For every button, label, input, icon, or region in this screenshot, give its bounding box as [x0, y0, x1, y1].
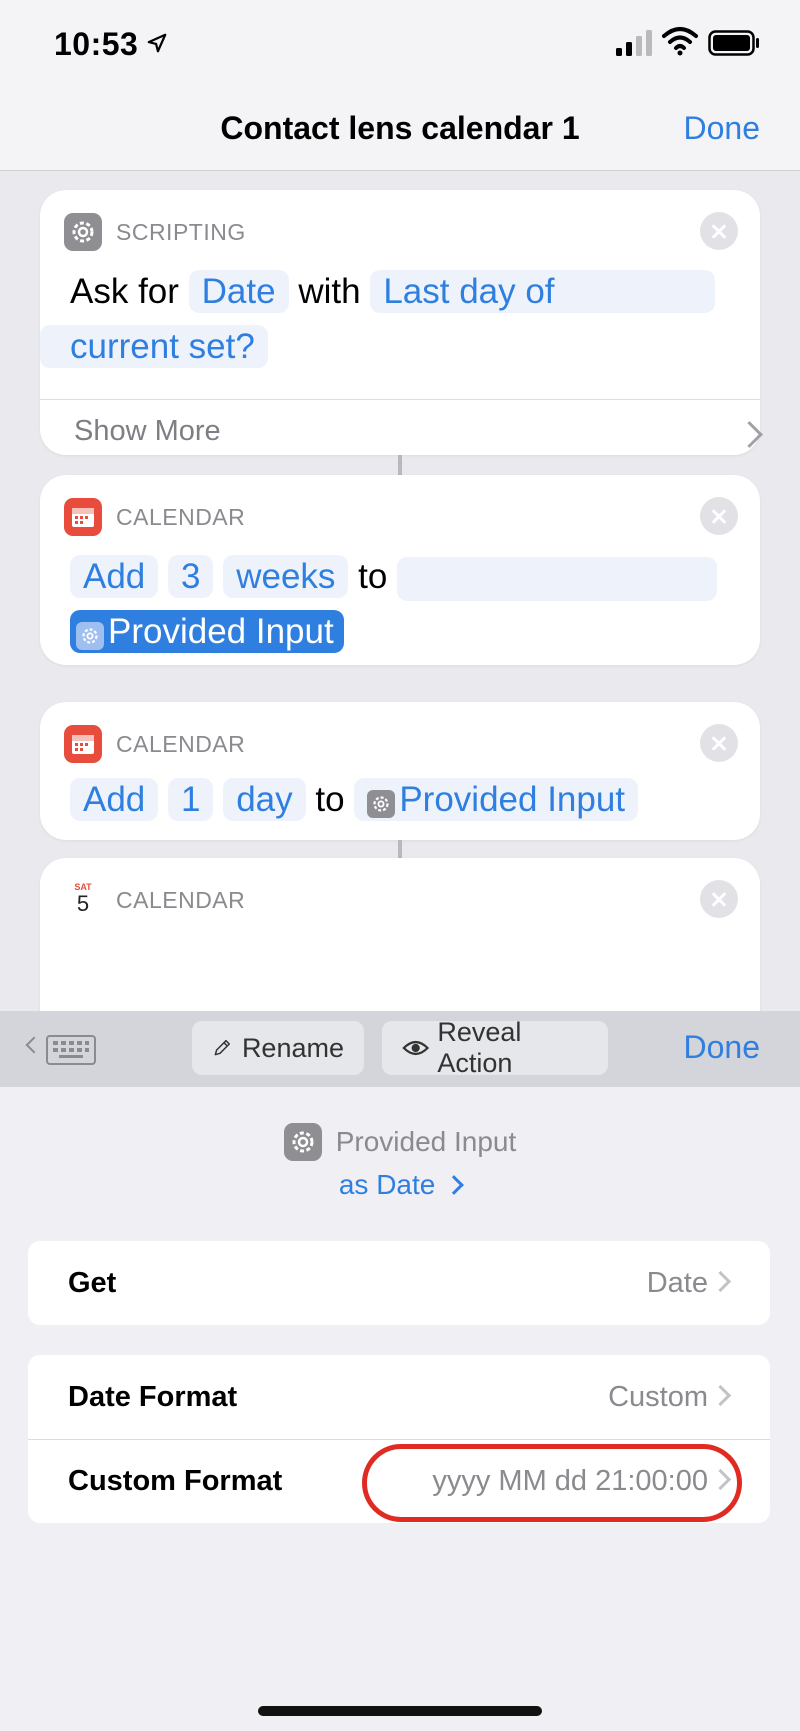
chevron-right-icon — [709, 1384, 732, 1407]
operation-token[interactable]: Add — [70, 555, 159, 598]
done-button[interactable]: Done — [684, 110, 761, 147]
action-with: with — [298, 272, 361, 311]
action-to: to — [358, 557, 388, 596]
get-row[interactable]: Get Date — [28, 1241, 770, 1325]
prompt-token-continued[interactable]: current set? — [40, 325, 268, 368]
remove-action-button[interactable] — [700, 880, 738, 918]
calendar-icon — [64, 498, 102, 536]
action-category: SCRIPTING — [116, 218, 246, 245]
remove-action-button[interactable] — [700, 212, 738, 250]
calendar-icon — [64, 725, 102, 763]
gear-icon — [64, 213, 102, 251]
number-token[interactable]: 3 — [168, 555, 214, 598]
flow-connector — [398, 840, 402, 858]
get-group: Get Date — [28, 1241, 770, 1325]
eye-icon — [402, 1040, 430, 1056]
provided-input-token[interactable]: Provided Input — [354, 778, 639, 821]
prompt-token[interactable]: Last day of — [370, 270, 715, 313]
cellular-signal-icon — [616, 30, 652, 56]
calendar-date-icon: SAT 5 — [64, 881, 102, 919]
variable-type-link[interactable]: as Date — [0, 1169, 800, 1201]
variable-header: Provided Input — [0, 1123, 800, 1161]
variable-settings-panel: Provided Input as Date Get Date Date For… — [0, 1087, 800, 1731]
reveal-action-button[interactable]: Reveal Action — [382, 1017, 608, 1078]
number-token[interactable]: 1 — [168, 778, 214, 821]
nav-bar: Contact lens calendar 1 Done — [0, 90, 800, 171]
action-category: CALENDAR — [116, 503, 246, 530]
pencil-icon — [214, 1039, 231, 1056]
provided-input-token[interactable]: Provided Input — [70, 610, 344, 653]
action-card-calendar[interactable]: SAT 5 CALENDAR — [40, 858, 760, 1011]
page-title: Contact lens calendar 1 — [220, 110, 580, 146]
chevron-right-icon — [709, 1270, 732, 1293]
action-card-adjust-date[interactable]: CALENDAR Add 1 day to Provided Input — [40, 702, 760, 840]
home-indicator[interactable] — [258, 1706, 542, 1716]
date-format-row[interactable]: Date Format Custom — [28, 1355, 770, 1439]
status-time: 10:53 — [54, 26, 139, 62]
variable-name: Provided Input — [335, 1126, 517, 1157]
rename-button[interactable]: Rename — [192, 1021, 364, 1075]
provided-input-label: Provided Input — [399, 780, 626, 819]
location-arrow-icon — [147, 33, 167, 53]
chevron-right-icon — [736, 421, 763, 448]
unit-token[interactable]: day — [223, 778, 306, 821]
shortcut-editor[interactable]: SCRIPTING Ask for Date with Last day of … — [0, 171, 800, 1011]
keyboard-toolbar: Rename Reveal Action Done — [0, 1011, 800, 1087]
action-verb: Ask for — [70, 272, 179, 311]
chevron-right-icon — [444, 1175, 465, 1195]
action-category: CALENDAR — [116, 730, 246, 757]
show-more-button[interactable]: Show More — [74, 415, 221, 448]
unit-token[interactable]: weeks — [223, 555, 349, 598]
battery-icon — [708, 30, 759, 56]
wifi-icon — [662, 27, 698, 56]
status-bar: 10:53 — [0, 0, 800, 90]
gear-icon — [76, 622, 104, 650]
action-category: CALENDAR — [116, 886, 246, 913]
action-card-ask-for-input[interactable]: SCRIPTING Ask for Date with Last day of … — [40, 190, 763, 455]
chevron-left-icon[interactable] — [25, 1036, 43, 1054]
operation-token[interactable]: Add — [70, 778, 159, 821]
gear-icon — [367, 790, 396, 818]
date-token-placeholder[interactable] — [397, 556, 718, 601]
toolbar-done-button[interactable]: Done — [684, 1029, 761, 1066]
action-card-adjust-date[interactable]: CALENDAR Add 3 weeks to Provided Input — [40, 475, 760, 665]
action-to: to — [315, 780, 345, 819]
provided-input-label: Provided Input — [108, 612, 334, 651]
keyboard-icon[interactable] — [46, 1035, 96, 1065]
gear-icon — [283, 1123, 322, 1161]
type-token[interactable]: Date — [188, 270, 289, 313]
annotation-highlight-ring — [362, 1444, 742, 1522]
remove-action-button[interactable] — [700, 497, 738, 535]
remove-action-button[interactable] — [700, 724, 738, 762]
flow-connector — [398, 455, 402, 475]
